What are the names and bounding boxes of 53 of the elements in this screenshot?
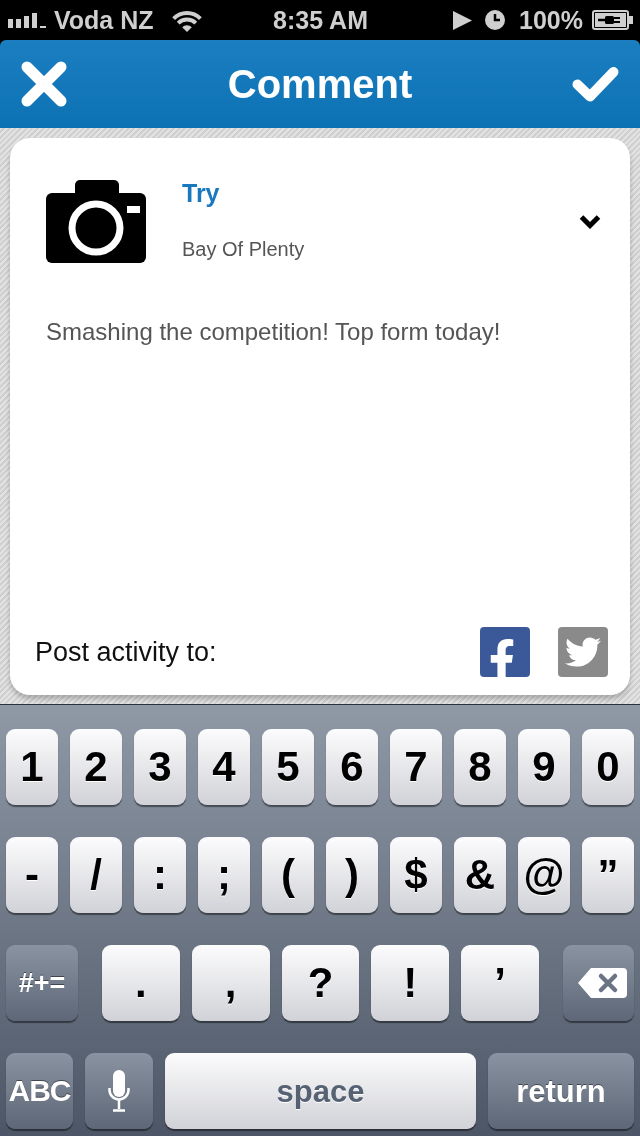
chevron-down-icon[interactable] bbox=[579, 214, 601, 229]
battery-percentage: 100% bbox=[519, 5, 583, 35]
keyboard-key[interactable]: 4 bbox=[198, 729, 250, 805]
keyboard-key[interactable]: ; bbox=[198, 837, 250, 913]
return-key[interactable]: return bbox=[488, 1053, 634, 1129]
checkmark-icon bbox=[572, 65, 620, 103]
keyboard-key[interactable]: $ bbox=[390, 837, 442, 913]
symbols-key[interactable]: #+= bbox=[6, 945, 78, 1021]
battery-charging-icon bbox=[592, 10, 633, 30]
post-location: Bay Of Plenty bbox=[182, 237, 305, 261]
wifi-icon bbox=[170, 8, 203, 32]
keyboard-key[interactable]: 9 bbox=[518, 729, 570, 805]
keyboard-key[interactable]: 6 bbox=[326, 729, 378, 805]
keyboard-key[interactable]: & bbox=[454, 837, 506, 913]
carrier-name: Voda NZ bbox=[54, 5, 154, 35]
camera-icon bbox=[46, 180, 146, 263]
facebook-icon[interactable] bbox=[480, 627, 530, 677]
keyboard-key[interactable]: 0 bbox=[582, 729, 634, 805]
screen-title: Comment bbox=[227, 61, 413, 108]
keyboard-key[interactable]: 7 bbox=[390, 729, 442, 805]
keyboard-key[interactable]: ’ bbox=[461, 945, 539, 1021]
space-bar[interactable]: space bbox=[165, 1053, 476, 1129]
keyboard-key[interactable]: , bbox=[191, 945, 270, 1021]
close-icon bbox=[20, 60, 68, 108]
keyboard-key[interactable]: 5 bbox=[262, 729, 314, 805]
share-label: Post activity to: bbox=[35, 636, 217, 668]
keyboard-key[interactable]: - bbox=[6, 837, 58, 913]
keyboard-key[interactable]: 8 bbox=[454, 729, 506, 805]
keyboard-key[interactable]: 1 bbox=[6, 729, 58, 805]
play-icon bbox=[453, 10, 473, 30]
keyboard-key[interactable]: ” bbox=[582, 837, 634, 913]
microphone-icon bbox=[107, 1070, 131, 1112]
close-button[interactable] bbox=[20, 60, 68, 108]
keyboard-key[interactable]: 2 bbox=[70, 729, 122, 805]
keyboard-key[interactable]: 3 bbox=[134, 729, 186, 805]
alarm-clock-icon bbox=[485, 10, 506, 30]
keyboard-mode-key[interactable]: ABC bbox=[6, 1053, 73, 1129]
keyboard-key[interactable]: ) bbox=[326, 837, 378, 913]
delete-key[interactable] bbox=[563, 945, 634, 1021]
twitter-icon[interactable] bbox=[558, 627, 608, 677]
keyboard-key[interactable]: @ bbox=[518, 837, 570, 913]
dictation-key[interactable] bbox=[85, 1053, 153, 1129]
keyboard-key[interactable]: : bbox=[134, 837, 186, 913]
backspace-icon bbox=[578, 968, 627, 998]
comment-field[interactable]: Smashing the competition! Top form today! bbox=[46, 317, 600, 347]
keyboard-key[interactable]: ? bbox=[281, 945, 360, 1021]
keyboard-key[interactable]: ! bbox=[371, 945, 450, 1021]
clock-time: 8:35 AM bbox=[273, 5, 368, 35]
signal-icon bbox=[8, 12, 48, 28]
keyboard-key[interactable]: . bbox=[102, 945, 180, 1021]
keyboard-key[interactable]: / bbox=[70, 837, 122, 913]
keyboard-key[interactable]: ( bbox=[262, 837, 314, 913]
post-title: Try bbox=[182, 178, 220, 208]
